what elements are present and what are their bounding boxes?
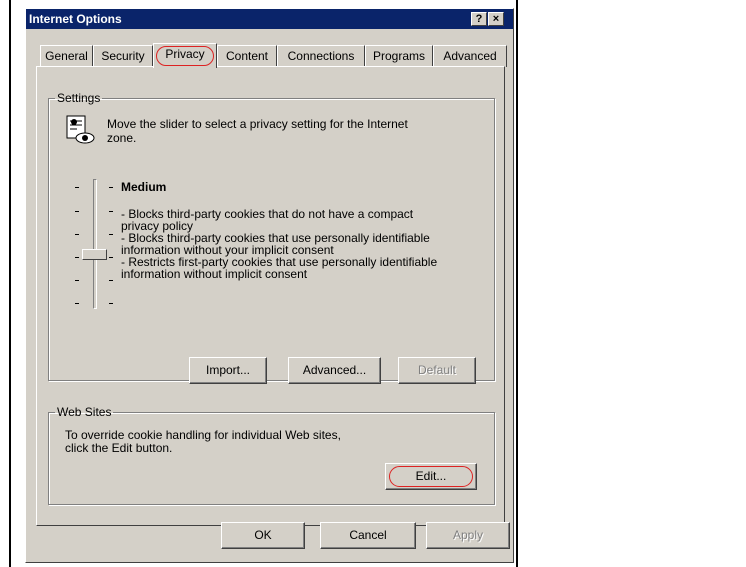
apply-button: Apply (426, 522, 510, 549)
intro-text-line2: zone. (107, 131, 137, 145)
page-border-right (516, 0, 518, 567)
slider-tick (109, 303, 113, 304)
privacy-slider-track[interactable] (93, 179, 97, 309)
edit-button[interactable]: Edit... (385, 463, 477, 490)
privacy-level-title: Medium (121, 180, 167, 194)
tab-content[interactable]: Content (217, 45, 277, 67)
web-sites-text-line1: To override cookie handling for individu… (65, 428, 341, 442)
slider-tick (109, 257, 113, 258)
import-button[interactable]: Import... (189, 357, 267, 384)
close-button[interactable]: × (488, 12, 504, 26)
slider-tick (75, 211, 79, 212)
cancel-button[interactable]: Cancel (320, 522, 416, 549)
privacy-tab-panel: Settings Move the slider to select a pri… (36, 66, 505, 526)
internet-options-dialog: Internet Options ? × General Security Pr… (25, 8, 514, 563)
window-title: Internet Options (29, 12, 122, 26)
tab-security[interactable]: Security (93, 45, 153, 67)
slider-tick (75, 303, 79, 304)
web-sites-group: Web Sites (48, 405, 495, 505)
slider-tick (75, 257, 79, 258)
help-button[interactable]: ? (471, 12, 487, 26)
tab-advanced[interactable]: Advanced (433, 45, 507, 67)
slider-tick (109, 280, 113, 281)
tab-general[interactable]: General (40, 45, 93, 67)
slider-tick (109, 234, 113, 235)
tab-programs[interactable]: Programs (365, 45, 433, 67)
page-border-left (9, 0, 11, 567)
title-bar: Internet Options ? × (26, 9, 513, 29)
web-sites-text-line2: click the Edit button. (65, 441, 173, 455)
privacy-level-description: - Blocks third-party cookies that do not… (121, 207, 438, 281)
web-sites-legend: Web Sites (57, 405, 112, 419)
slider-tick (109, 187, 113, 188)
privacy-slider-thumb[interactable] (82, 249, 107, 260)
tab-connections[interactable]: Connections (277, 45, 365, 67)
privacy-zone-icon (66, 115, 95, 144)
slider-tick (75, 280, 79, 281)
ok-button[interactable]: OK (221, 522, 305, 549)
tab-privacy[interactable]: Privacy (153, 43, 217, 68)
slider-tick (109, 211, 113, 212)
slider-tick (75, 234, 79, 235)
intro-text-line1: Move the slider to select a privacy sett… (107, 117, 408, 131)
advanced-button[interactable]: Advanced... (288, 357, 381, 384)
default-button: Default (398, 357, 476, 384)
settings-legend: Settings (57, 91, 101, 105)
slider-tick (75, 187, 79, 188)
